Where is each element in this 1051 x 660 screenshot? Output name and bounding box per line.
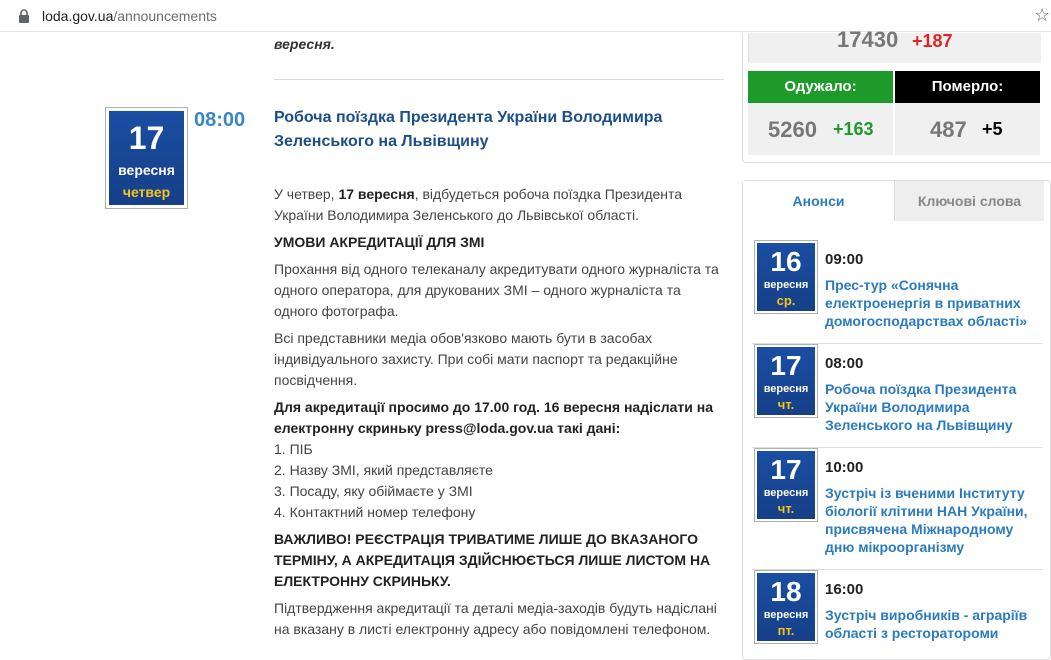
lock-icon	[19, 9, 29, 23]
list-item: 3. Посаду, яку обіймаєте у ЗМІ	[274, 483, 473, 499]
announcement-time: 09:00	[825, 251, 864, 268]
announcement-item[interactable]: 18 вересня пт. 16:00 Зустріч виробників …	[752, 570, 1042, 658]
announcement-title-link[interactable]: Прес-тур «Сонячна електроенергія в прива…	[825, 276, 1040, 330]
announcement-title-link[interactable]: Робоча поїздка Президента України Володи…	[825, 380, 1040, 434]
article-time: 08:00	[194, 109, 246, 131]
article-body: У четвер, 17 вересня, відбудеться робоча…	[274, 184, 724, 646]
tab-announcements[interactable]: Анонси	[743, 181, 894, 221]
article-paragraph-protection: Всі представники медіа обов'язково мають…	[274, 330, 678, 388]
recovered-values: 5260 +163	[748, 103, 893, 155]
article-heading-conditions: УМОВИ АКРЕДИТАЦІЇ ДЛЯ ЗМІ	[274, 234, 485, 250]
list-item: 1. ПІБ	[274, 441, 313, 457]
url-path: /announcements	[113, 8, 217, 24]
article-paragraph-accreditation: Для акредитації просимо до 17.00 год. 16…	[274, 399, 714, 436]
recovered-delta: +163	[833, 119, 874, 139]
announcement-date-badge: 16 вересня ср.	[754, 240, 818, 314]
announcement-date-badge: 18 вересня пт.	[754, 570, 818, 644]
article-day: 17	[128, 120, 165, 156]
died-label: Померло:	[895, 71, 1040, 103]
announcement-title-link[interactable]: Зустріч із вченими Інституту біології кл…	[825, 484, 1040, 556]
died-values: 487 +5	[895, 103, 1040, 155]
announcement-time: 16:00	[825, 581, 864, 598]
stats-total-row: 17430 +187	[748, 27, 1041, 63]
announcement-item[interactable]: 17 вересня чт. 10:00 Зустріч із вченими …	[752, 448, 1042, 570]
stats-total-delta: +187	[912, 31, 953, 51]
recovered-value: 5260	[768, 117, 817, 142]
article-title[interactable]: Робоча поїздка Президента України Володи…	[274, 106, 714, 154]
list-item: 2. Назву ЗМІ, який представляєте	[274, 462, 493, 478]
list-item: 4. Контактний номер телефону	[274, 504, 476, 520]
announcement-title-link[interactable]: Зустріч виробників - аграріїв області з …	[825, 606, 1040, 642]
tab-keywords[interactable]: Ключові слова	[894, 181, 1044, 221]
announcement-time: 08:00	[825, 355, 864, 372]
article-month: вересня	[118, 162, 175, 178]
announcement-time: 10:00	[825, 459, 864, 476]
article-paragraph-request: Прохання від одного телеканалу акредитув…	[274, 261, 719, 319]
announcement-date-badge: 17 вересня чт.	[754, 448, 818, 522]
article-important-notice: ВАЖЛИВО! РЕЄСТРАЦІЯ ТРИВАТИМЕ ЛИШЕ ДО ВК…	[274, 531, 711, 589]
article-date-badge: 17 вересня четвер	[105, 107, 188, 209]
star-icon[interactable]: ☆	[1034, 5, 1050, 25]
died-value: 487	[930, 117, 967, 142]
url-text[interactable]: loda.gov.ua/announcements	[42, 8, 217, 24]
article-weekday: четвер	[122, 184, 171, 200]
url-domain: loda.gov.ua	[42, 8, 114, 24]
divider	[274, 79, 724, 80]
announcement-item[interactable]: 16 вересня ср. 09:00 Прес-тур «Сонячна е…	[752, 240, 1042, 344]
announcement-item[interactable]: 17 вересня чт. 08:00 Робоча поїздка През…	[752, 344, 1042, 448]
article-paragraph-intro: У четвер, 17 вересня, відбудеться робоча…	[274, 186, 683, 223]
recovered-label: Одужало:	[748, 71, 893, 103]
article-paragraph-confirmation: Підтвердження акредитації та деталі меді…	[274, 600, 717, 637]
announcement-date-badge: 17 вересня чт.	[754, 344, 818, 418]
previous-article-tail: вересня.	[274, 36, 335, 52]
died-delta: +5	[982, 119, 1003, 139]
stats-total-value: 17430	[837, 27, 899, 52]
